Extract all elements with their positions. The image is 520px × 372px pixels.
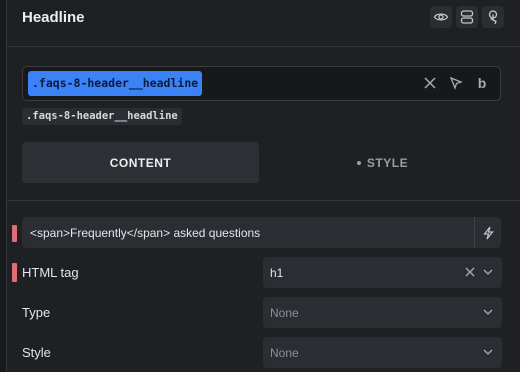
tab-style-label: STYLE: [366, 155, 409, 170]
select-controls: [464, 266, 494, 278]
bold-b-icon: b: [477, 75, 487, 91]
panel-title: Headline: [22, 9, 85, 26]
cursor-button[interactable]: [448, 75, 464, 91]
header-actions: [430, 6, 504, 28]
type-select[interactable]: None: [263, 297, 502, 328]
class-selector[interactable]: .faqs-8-header__headline b: [22, 66, 501, 101]
cursor-icon: [449, 76, 463, 90]
html-tag-value: h1: [270, 266, 284, 280]
type-value: None: [270, 306, 299, 320]
style-select[interactable]: None: [263, 337, 502, 368]
layers-button[interactable]: [456, 6, 478, 28]
type-label: Type: [22, 305, 51, 320]
clear-icon[interactable]: [464, 266, 476, 278]
html-tag-label: HTML tag: [22, 265, 79, 280]
divider: [7, 200, 520, 201]
clear-selector-button[interactable]: [422, 75, 438, 91]
chevron-down-icon[interactable]: [482, 306, 494, 318]
changed-marker: [12, 225, 17, 242]
dynamic-data-button[interactable]: [474, 217, 501, 248]
bold-button[interactable]: b: [474, 75, 490, 91]
class-label: .faqs-8-header__headline: [22, 108, 182, 125]
style-label: Style: [22, 345, 51, 360]
interaction-button[interactable]: [482, 6, 504, 28]
chevron-down-icon[interactable]: [482, 346, 494, 358]
tab-style[interactable]: STYLE: [264, 142, 501, 183]
tab-content[interactable]: CONTENT: [22, 142, 259, 183]
layers-icon: [460, 10, 474, 24]
dot-icon: [356, 160, 361, 165]
left-edge: [0, 0, 7, 372]
selected-class-chip[interactable]: .faqs-8-header__headline: [28, 71, 203, 96]
bolt-icon: [482, 226, 494, 239]
select-controls: [482, 346, 494, 358]
panel-header: Headline: [7, 0, 520, 47]
selector-actions: b: [422, 75, 490, 91]
touch-icon: [488, 10, 498, 25]
visibility-button[interactable]: [430, 6, 452, 28]
close-icon: [424, 77, 436, 89]
chevron-down-icon[interactable]: [482, 266, 494, 278]
text-input-value: <span>Frequently</span> asked questions: [30, 226, 261, 240]
eye-icon: [433, 13, 449, 21]
html-tag-select[interactable]: h1: [263, 257, 502, 288]
text-input[interactable]: <span>Frequently</span> asked questions: [22, 217, 501, 248]
style-value: None: [270, 346, 299, 360]
changed-marker: [12, 263, 17, 282]
select-controls: [482, 306, 494, 318]
